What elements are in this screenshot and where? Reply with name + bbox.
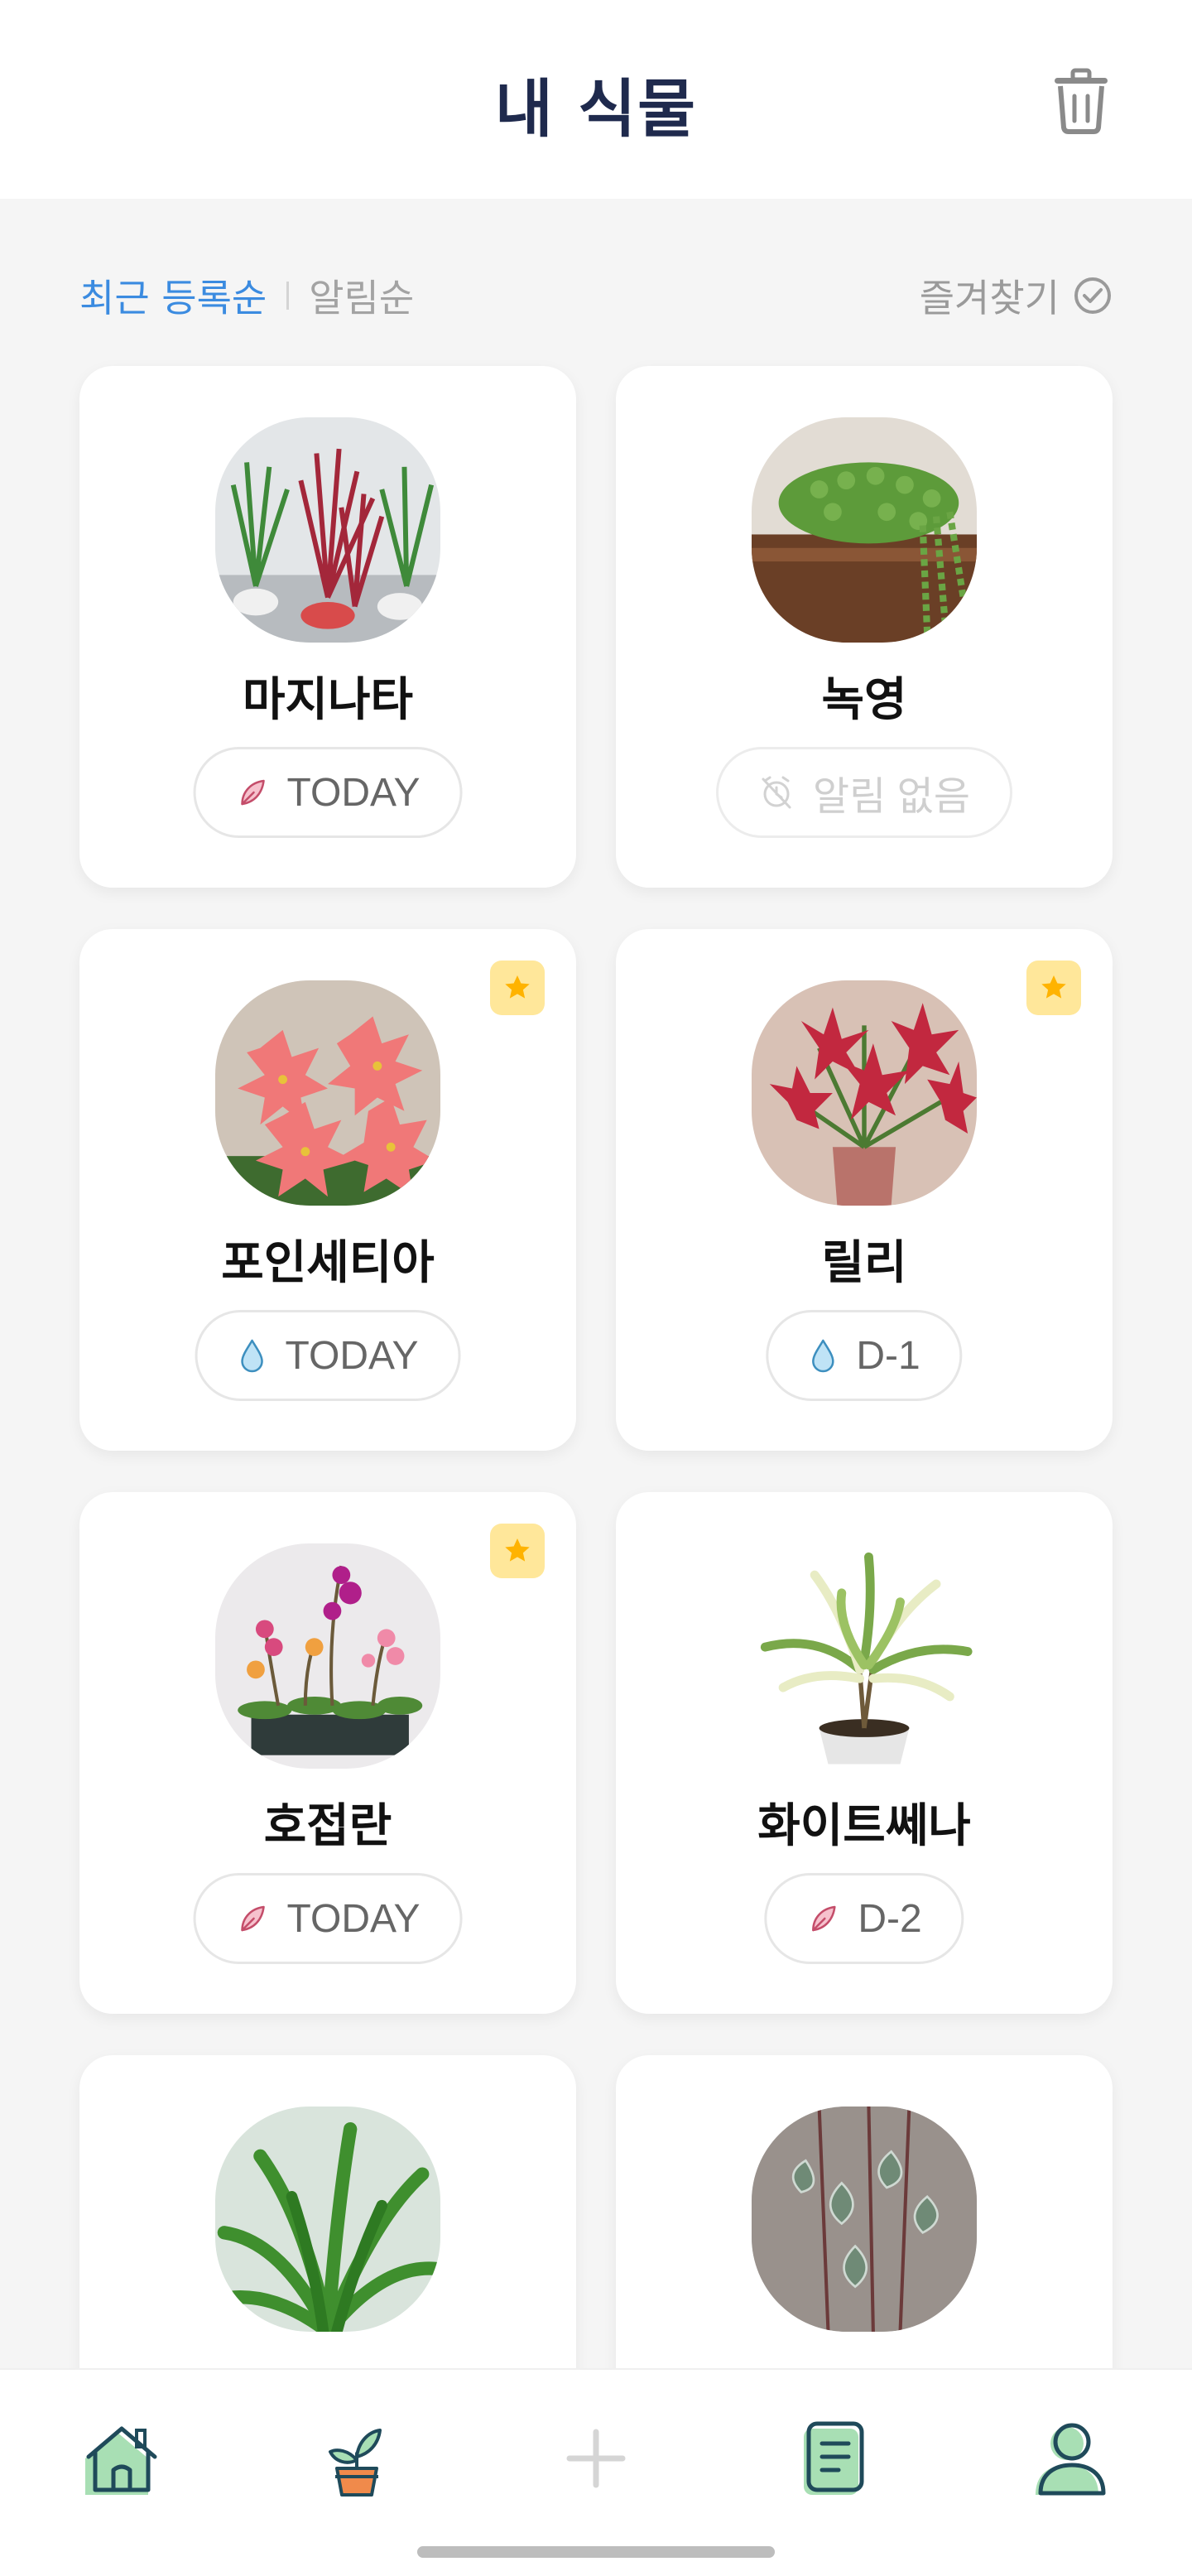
- check-circle-icon: [1074, 277, 1111, 314]
- plant-card[interactable]: 릴리 D-1: [616, 929, 1113, 1451]
- fertilizer-icon: [812, 1905, 836, 1932]
- plant-card[interactable]: 화이트쎄나 D-2: [616, 1492, 1113, 2014]
- page-title: 내 식물: [494, 72, 698, 146]
- care-status-text: D-1: [856, 1333, 920, 1378]
- star-icon: [505, 975, 530, 999]
- plant-photo: [752, 1543, 977, 1769]
- profile-icon: [1036, 2423, 1106, 2496]
- plant-photo: [752, 417, 977, 643]
- favorite-star-badge[interactable]: [490, 1524, 545, 1578]
- care-status-badge[interactable]: TODAY: [195, 1310, 461, 1401]
- favorite-star-badge[interactable]: [490, 961, 545, 1015]
- care-status-badge[interactable]: D-2: [764, 1873, 964, 1964]
- top-header: 내 식물: [0, 0, 1192, 199]
- water-drop-icon: [812, 1339, 834, 1373]
- delete-button[interactable]: [1050, 66, 1113, 136]
- fertilizer-icon: [241, 779, 265, 806]
- sort-divider: [286, 282, 290, 310]
- plant-photo: [215, 2107, 440, 2332]
- care-status-text: TODAY: [286, 770, 421, 815]
- alarm-off-icon: [762, 776, 791, 809]
- sort-alert-option[interactable]: 알림순: [309, 268, 414, 323]
- favorites-filter[interactable]: 즐겨찾기: [920, 268, 1113, 323]
- plant-photo: [752, 980, 977, 1206]
- care-status-text: 알림 없음: [813, 775, 970, 819]
- trash-icon: [1055, 68, 1108, 134]
- notebook-icon: [804, 2421, 864, 2495]
- nav-diary[interactable]: [786, 2413, 877, 2504]
- plant-photo: [215, 980, 440, 1206]
- home-indicator: [417, 2546, 775, 2558]
- potted-plant-icon: [329, 2429, 382, 2497]
- care-status-badge[interactable]: 알림 없음: [716, 747, 1012, 838]
- plant-card[interactable]: 녹영 알림 없음: [616, 366, 1113, 888]
- care-status-text: TODAY: [285, 1333, 419, 1378]
- plant-name: 마지나타: [242, 673, 414, 727]
- nav-my-plants[interactable]: [311, 2413, 402, 2504]
- plant-card[interactable]: 호접란 TODAY: [79, 1492, 576, 2014]
- plant-photo: [215, 1543, 440, 1769]
- sort-recent-option[interactable]: 최근 등록순: [79, 268, 267, 323]
- plus-icon: [566, 2429, 626, 2488]
- nav-home[interactable]: [76, 2413, 167, 2504]
- plant-name: 포인세티아: [221, 1236, 435, 1290]
- care-status-text: D-2: [858, 1896, 922, 1941]
- bottom-navigation: [0, 2368, 1192, 2576]
- nav-profile[interactable]: [1025, 2413, 1116, 2504]
- care-status-badge[interactable]: D-1: [766, 1310, 963, 1401]
- favorite-star-badge[interactable]: [1026, 961, 1081, 1015]
- plant-name: 호접란: [263, 1799, 392, 1853]
- care-status-text: TODAY: [286, 1896, 421, 1941]
- nav-add-plant[interactable]: [550, 2413, 642, 2504]
- home-icon: [85, 2426, 157, 2495]
- favorites-label: 즐겨찾기: [919, 276, 1060, 320]
- plant-name: 녹영: [821, 673, 907, 727]
- water-drop-icon: [241, 1339, 263, 1373]
- plant-card[interactable]: 포인세티아 TODAY: [79, 929, 576, 1451]
- sort-filter-bar: 최근 등록순 알림순 즐겨찾기: [79, 267, 1113, 325]
- star-icon: [505, 1538, 530, 1562]
- plant-card[interactable]: 마지나타 TODAY: [79, 366, 576, 888]
- plant-photo: [752, 2107, 977, 2332]
- care-status-badge[interactable]: TODAY: [193, 1873, 463, 1964]
- plant-name: 화이트쎄나: [757, 1799, 971, 1853]
- plant-photo: [215, 417, 440, 643]
- fertilizer-icon: [241, 1905, 265, 1932]
- care-status-badge[interactable]: TODAY: [193, 747, 463, 838]
- plant-name: 릴리: [821, 1236, 907, 1290]
- star-icon: [1041, 975, 1066, 999]
